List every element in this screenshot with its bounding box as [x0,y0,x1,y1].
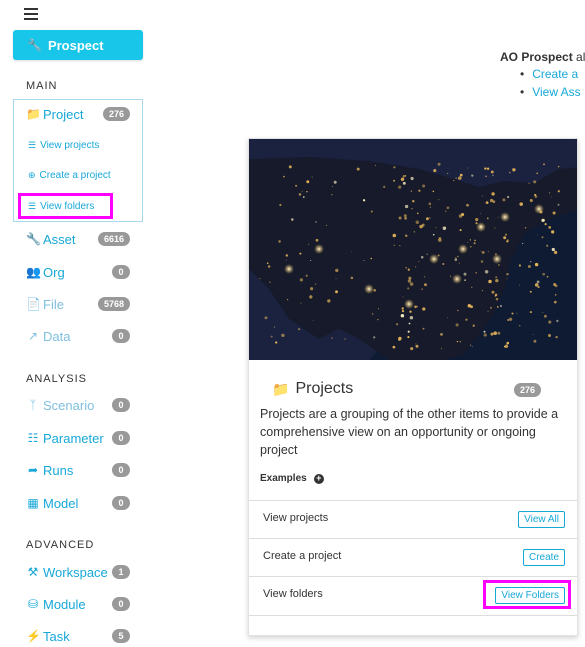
prospect-brand-button[interactable]: 🔧 Prospect [13,30,143,60]
view-all-button[interactable]: View All [518,511,565,528]
branch-icon: ᛉ [29,398,37,412]
intro-link-view[interactable]: View Ass [520,85,580,103]
sidebar-item-label: Asset [43,231,76,247]
highlight-box [483,580,571,609]
chart-line-icon: ↗ [27,329,39,343]
sidebar-item-parameter[interactable]: ☷ Parameter 0 [26,428,130,448]
sidebar-item-label: Workspace [43,564,108,580]
sidebar-item-project[interactable]: 📁 Project 276 [26,104,130,124]
sidebar-item-label: Model [43,495,79,511]
sidebar-subitem-create-project[interactable]: ⊕ Create a project [28,170,111,181]
card-title-text: Projects [295,380,354,397]
sidebar-item-label: File [43,296,64,312]
sidebar-item-label: Runs [43,462,74,478]
list-icon: ☰ [28,140,37,150]
count-badge: 276 [102,107,130,121]
sidebar-item-model[interactable]: ▦ Model 0 [26,493,130,513]
folder-icon: 📁 [26,107,41,121]
intro-text: AO Prospect al [500,50,585,64]
card-count-badge: 276 [514,383,542,397]
card-row-create-project: Create a project Create [249,538,577,577]
row-text: View folders [263,588,323,600]
sidebar-item-label: Project [43,106,84,122]
row-text: Create a project [263,550,342,562]
card-title: 📁 Projects [272,380,353,398]
sidebar-item-label: Data [43,328,71,344]
count-badge: 5768 [97,297,130,311]
plus-circle-icon: ⊕ [28,170,36,180]
count-badge: 0 [112,265,130,279]
tools-icon: ⚒ [27,565,39,579]
brand-label: Prospect [47,37,104,53]
sidebar-item-label: Task [43,628,70,644]
count-badge: 1 [112,565,130,579]
share-arrow-icon: ➦ [27,463,39,477]
subitem-label: View projects [40,140,100,151]
sidebar-item-workspace[interactable]: ⚒ Workspace 1 [26,562,130,582]
section-advanced: ADVANCED [26,539,95,551]
sidebar-item-label: Parameter [43,430,104,446]
hamburger-menu-icon[interactable] [24,8,38,20]
database-icon: ⛁ [27,597,39,611]
sidebar-item-module[interactable]: ⛁ Module 0 [26,594,130,614]
highlight-box [18,193,113,219]
sidebar-item-label: Scenario [43,397,95,413]
count-badge: 0 [112,463,130,477]
wrench-icon: 🔧 [27,38,42,52]
file-icon: 📄 [26,297,41,311]
count-badge: 6616 [97,232,130,246]
calculator-icon: ▦ [27,496,39,510]
sidebar-item-data[interactable]: ↗ Data 0 [26,326,130,346]
examples-toggle[interactable]: Examples + [260,473,324,484]
sidebar-item-file[interactable]: 📄 File 5768 [26,294,130,314]
create-button[interactable]: Create [522,549,565,566]
intro-strong: AO Prospect [500,50,573,64]
projects-card: 📁 Projects 276 Projects are a grouping o… [248,138,578,636]
count-badge: 5 [112,629,130,643]
bolt-icon: ⚡ [26,629,41,643]
intro-link-create[interactable]: Create a [520,67,581,85]
folder-icon: 📁 [272,380,290,397]
count-badge: 0 [112,431,130,445]
section-analysis: ANALYSIS [26,373,87,385]
sidebar-item-org[interactable]: 👥 Org 0 [26,262,130,282]
subitem-label: Create a project [39,170,111,181]
sidebar-item-task[interactable]: ⚡ Task 5 [26,626,130,646]
card-description: Projects are a grouping of the other ite… [260,407,559,457]
sidebar-item-scenario[interactable]: ᛉ Scenario 0 [26,395,130,415]
plus-circle-icon[interactable]: + [313,473,324,484]
sidebar-item-label: Org [43,264,65,280]
sidebar-item-runs[interactable]: ➦ Runs 0 [26,460,130,480]
sidebar-subitem-view-projects[interactable]: ☰ View projects [28,140,99,151]
night-earth-image [249,139,577,360]
count-badge: 0 [112,496,130,510]
users-icon: 👥 [26,265,41,279]
examples-label: Examples [260,473,307,484]
card-row-view-projects: View projects View All [249,500,577,539]
count-badge: 0 [112,597,130,611]
sidebar-item-label: Module [43,596,86,612]
section-main: MAIN [26,80,58,92]
count-badge: 0 [112,329,130,343]
sliders-icon: ☷ [27,431,39,445]
sidebar-item-asset[interactable]: 🔧 Asset 6616 [26,229,130,249]
row-text: View projects [263,512,329,524]
wrench-icon: 🔧 [26,232,41,246]
count-badge: 0 [112,398,130,412]
intro-rest: al [572,50,585,64]
intro-link-list: Create a View Ass [520,67,581,103]
